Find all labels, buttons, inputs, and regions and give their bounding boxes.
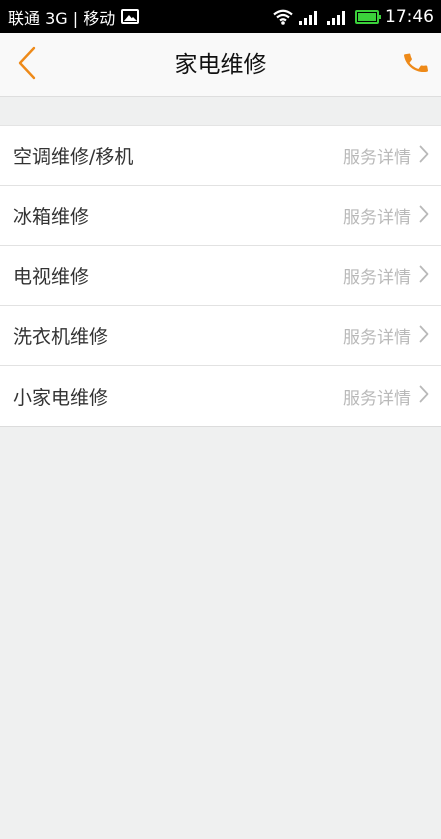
service-row-tv[interactable]: 电视维修 服务详情	[0, 246, 441, 306]
status-bar: 联通 3G | 移动 17:46	[0, 0, 441, 33]
chevron-right-icon	[419, 145, 429, 167]
chevron-right-icon	[419, 265, 429, 287]
service-detail-link[interactable]: 服务详情	[343, 203, 429, 228]
chevron-right-icon	[419, 325, 429, 347]
detail-label: 服务详情	[343, 268, 411, 288]
detail-label: 服务详情	[343, 148, 411, 168]
service-row-ac[interactable]: 空调维修/移机 服务详情	[0, 126, 441, 186]
clock: 17:46	[385, 6, 434, 27]
service-detail-link[interactable]: 服务详情	[343, 143, 429, 168]
carrier-label: 联通 3G | 移动	[8, 8, 116, 28]
chevron-right-icon	[419, 205, 429, 227]
detail-label: 服务详情	[343, 328, 411, 348]
service-row-washer[interactable]: 洗衣机维修 服务详情	[0, 306, 441, 366]
service-name: 冰箱维修	[13, 206, 90, 228]
nav-header: 家电维修	[0, 33, 441, 97]
service-name: 小家电维修	[13, 386, 109, 409]
gallery-icon	[121, 9, 140, 24]
service-row-small-appliance[interactable]: 小家电维修 服务详情	[0, 366, 441, 426]
service-name: 空调维修/移机	[13, 146, 134, 168]
service-name: 洗衣机维修	[13, 326, 109, 348]
chevron-right-icon	[419, 385, 429, 407]
detail-label: 服务详情	[343, 208, 411, 228]
status-left: 联通 3G | 移动	[8, 5, 140, 29]
battery-icon	[355, 9, 381, 24]
status-right: 17:46	[273, 7, 434, 27]
service-detail-link[interactable]: 服务详情	[343, 323, 429, 348]
signal-icon-sim2	[327, 9, 349, 25]
page-title: 家电维修	[174, 52, 267, 78]
service-list: 空调维修/移机 服务详情 冰箱维修 服务详情 电视维修 服务详情 洗衣机维修 服…	[0, 125, 441, 427]
phone-icon	[402, 49, 430, 81]
signal-icon-sim1	[299, 9, 321, 25]
service-row-fridge[interactable]: 冰箱维修 服务详情	[0, 186, 441, 246]
call-button[interactable]	[399, 48, 433, 82]
service-name: 电视维修	[13, 266, 90, 288]
service-detail-link[interactable]: 服务详情	[343, 263, 429, 288]
service-detail-link[interactable]: 服务详情	[343, 384, 429, 409]
detail-label: 服务详情	[343, 388, 411, 409]
wifi-icon	[273, 9, 293, 25]
